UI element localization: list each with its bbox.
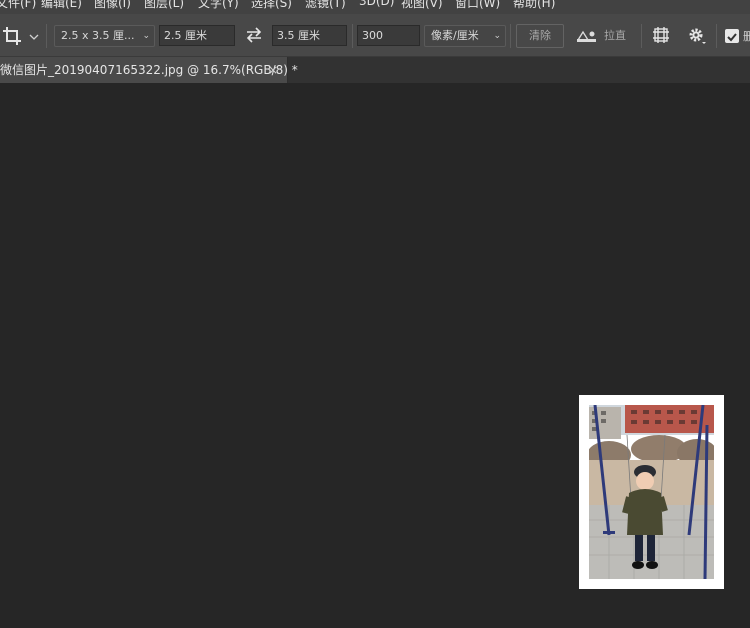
menu-window[interactable]: 窗口(W) [455,0,500,11]
photo-image [589,405,714,579]
menu-edit[interactable]: 编辑(E) [41,0,82,11]
menu-help[interactable]: 帮助(H) [513,0,555,11]
delete-cropped-checkbox[interactable] [725,29,739,43]
crop-icon [3,27,21,45]
document-canvas[interactable] [579,395,724,589]
menu-select[interactable]: 选择(S) [251,0,292,11]
menu-view[interactable]: 视图(V) [401,0,443,11]
menu-bar: 文件(F) 编辑(E) 图像(I) 图层(L) 文字(Y) 选择(S) 滤镜(T… [0,0,750,14]
delete-cropped-label: 删 [743,30,750,43]
resolution-input[interactable]: 300 [357,25,420,46]
options-bar: 2.5 x 3.5 厘... ⌄ 2.5 厘米 3.5 厘米 300 像素/厘米… [0,14,750,57]
width-input[interactable]: 2.5 厘米 [159,25,235,46]
canvas-area[interactable] [0,83,750,628]
crop-tool-picker[interactable] [2,24,42,48]
document-tab-title: 微信图片_20190407165322.jpg @ 16.7%(RGB/8) * [0,63,298,77]
divider [46,24,47,48]
chevron-down-icon: ⌄ [142,31,150,41]
crop-settings-button[interactable] [686,26,708,46]
divider [352,24,353,48]
level-icon [576,30,596,42]
height-input[interactable]: 3.5 厘米 [272,25,347,46]
document-tab[interactable]: 微信图片_20190407165322.jpg @ 16.7%(RGB/8) *… [0,57,298,83]
menu-3d[interactable]: 3D(D) [359,0,394,8]
divider [641,24,642,48]
gear-icon [689,28,706,44]
divider [716,24,717,48]
straighten-label: 拉直 [604,29,626,42]
menu-filter[interactable]: 滤镜(T) [305,0,346,11]
swap-arrows-icon [246,27,262,43]
resolution-unit-dropdown[interactable]: 像素/厘米 ⌄ [424,25,506,47]
menu-file[interactable]: 文件(F) [0,0,36,11]
document-tab-bar: 微信图片_20190407165322.jpg @ 16.7%(RGB/8) *… [0,57,750,83]
chevron-down-icon [29,34,39,40]
crop-preset-dropdown[interactable]: 2.5 x 3.5 厘... ⌄ [54,25,155,47]
resolution-unit-label: 像素/厘米 [431,29,479,42]
swap-button[interactable] [243,27,265,45]
menu-type[interactable]: 文字(Y) [198,0,239,11]
checkmark-icon [727,33,737,42]
grid-icon [653,27,669,43]
menu-image[interactable]: 图像(I) [94,0,131,11]
divider [510,24,511,48]
overlay-options-button[interactable] [651,26,671,46]
close-icon[interactable]: × [268,57,278,83]
chevron-down-icon: ⌄ [493,31,501,41]
clear-button[interactable]: 清除 [516,24,564,48]
crop-preset-label: 2.5 x 3.5 厘... [61,29,135,42]
straighten-button[interactable]: 拉直 [574,24,634,48]
menu-layer[interactable]: 图层(L) [144,0,184,11]
